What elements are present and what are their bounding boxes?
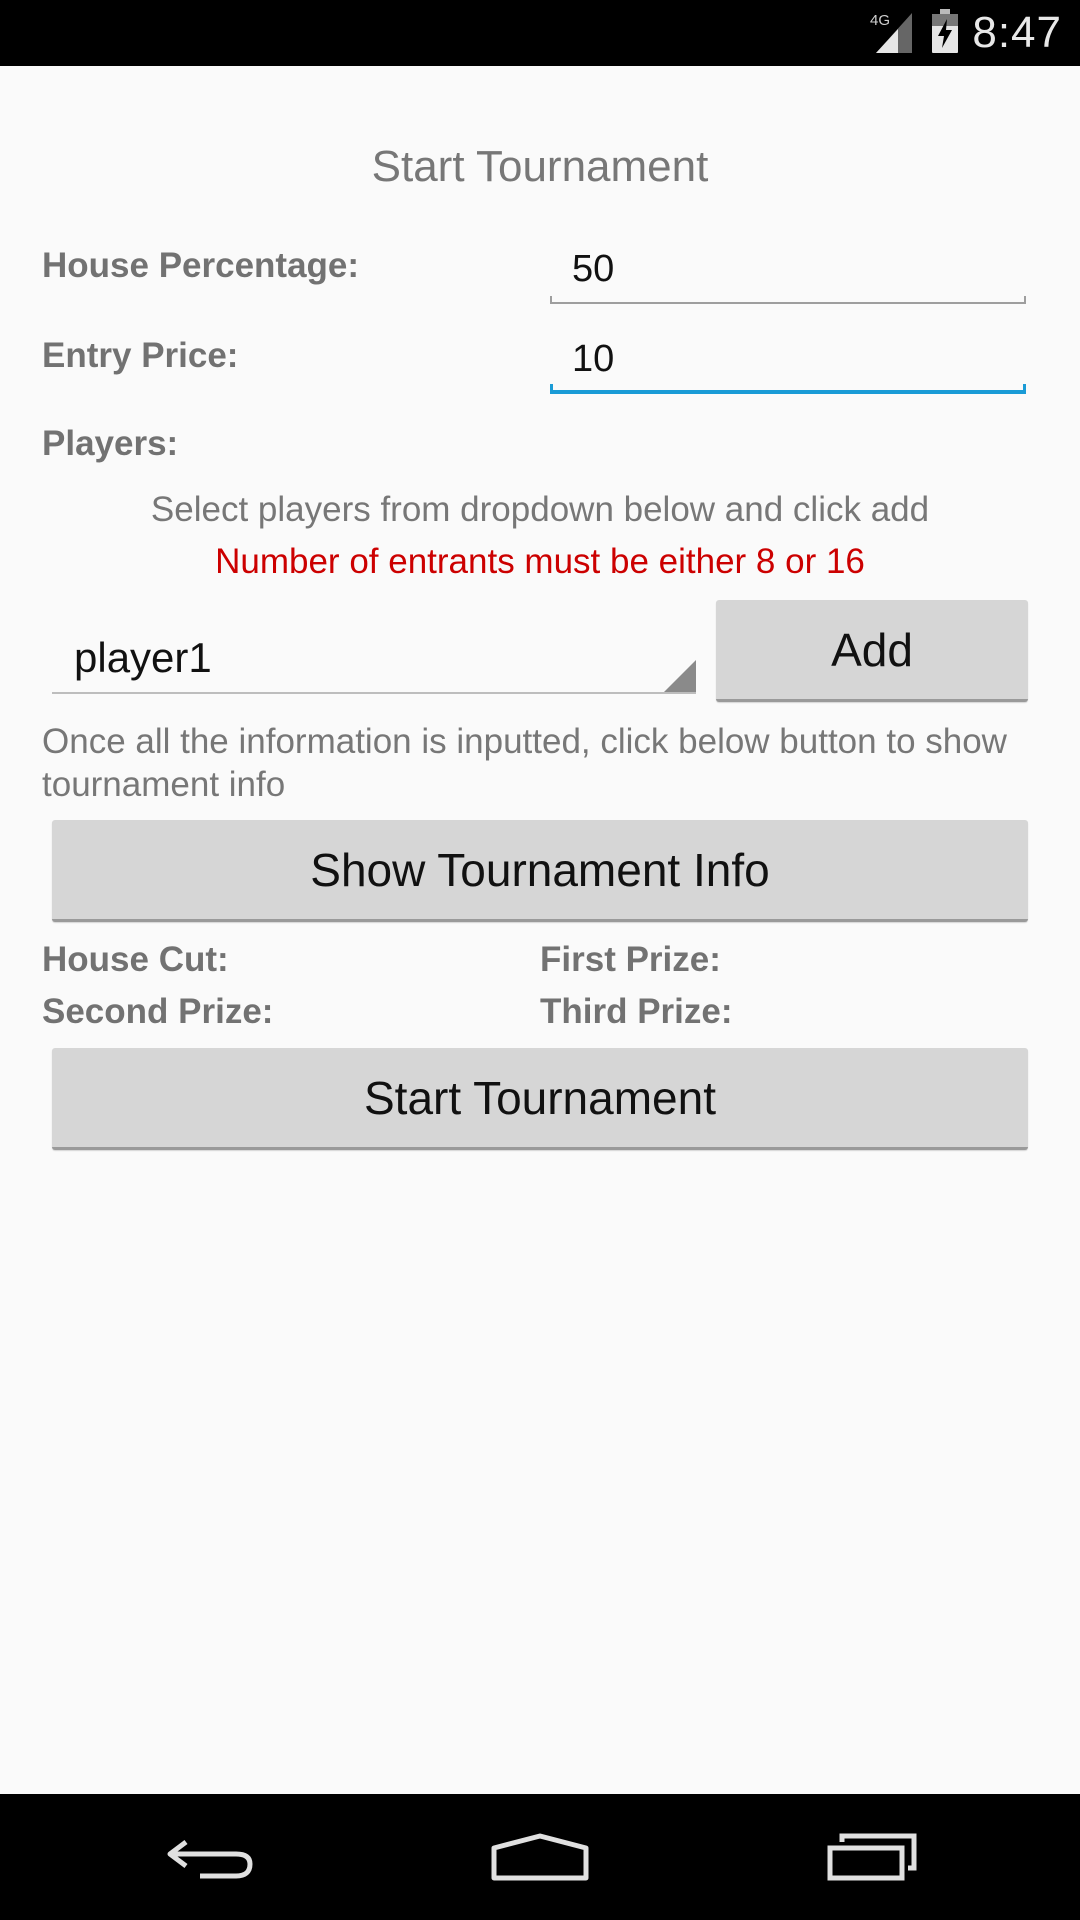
status-bar: 4G 8:47 bbox=[0, 0, 1080, 66]
status-clock: 8:47 bbox=[972, 8, 1062, 57]
status-icons: 4G 8:47 bbox=[868, 0, 1062, 66]
start-tournament-button[interactable]: Start Tournament bbox=[52, 1048, 1028, 1150]
back-icon bbox=[167, 1840, 253, 1879]
recent-apps-button[interactable] bbox=[772, 1794, 972, 1920]
signal-icon: 4G bbox=[868, 9, 918, 58]
dropdown-arrow-icon bbox=[664, 660, 696, 692]
entry-price-value: 10 bbox=[572, 338, 615, 380]
add-player-button[interactable]: Add bbox=[716, 600, 1028, 702]
home-icon bbox=[491, 1833, 589, 1881]
house-percentage-input[interactable]: 50 bbox=[550, 244, 1026, 304]
house-percentage-label: House Percentage: bbox=[42, 246, 360, 285]
entrants-warning: Number of entrants must be either 8 or 1… bbox=[215, 542, 865, 581]
player-dropdown[interactable]: player1 bbox=[52, 622, 696, 694]
tournament-form: Start Tournament House Percentage: 50 En… bbox=[0, 66, 1080, 1794]
player-dropdown-value: player1 bbox=[74, 634, 212, 681]
page-title: Start Tournament bbox=[371, 142, 709, 191]
third-prize-label: Third Prize: bbox=[540, 992, 733, 1031]
entry-price-underline bbox=[550, 384, 1026, 394]
second-prize-label: Second Prize: bbox=[42, 992, 274, 1031]
first-prize-label: First Prize: bbox=[540, 940, 721, 979]
house-percentage-underline bbox=[550, 296, 1026, 304]
show-tournament-info-button[interactable]: Show Tournament Info bbox=[52, 820, 1028, 922]
house-percentage-value: 50 bbox=[572, 248, 615, 290]
navigation-bar bbox=[0, 1794, 1080, 1920]
info-instruction: Once all the information is inputted, cl… bbox=[42, 722, 1007, 804]
home-button[interactable] bbox=[440, 1794, 640, 1920]
entry-price-input[interactable]: 10 bbox=[550, 334, 1026, 394]
battery-icon bbox=[932, 8, 959, 58]
house-cut-label: House Cut: bbox=[42, 940, 229, 979]
recent-apps-icon bbox=[827, 1833, 917, 1881]
select-players-hint: Select players from dropdown below and c… bbox=[150, 490, 930, 529]
entry-price-label: Entry Price: bbox=[42, 336, 239, 375]
svg-text:4G: 4G bbox=[870, 12, 890, 29]
players-label: Players: bbox=[42, 424, 179, 463]
back-button[interactable] bbox=[110, 1794, 310, 1920]
